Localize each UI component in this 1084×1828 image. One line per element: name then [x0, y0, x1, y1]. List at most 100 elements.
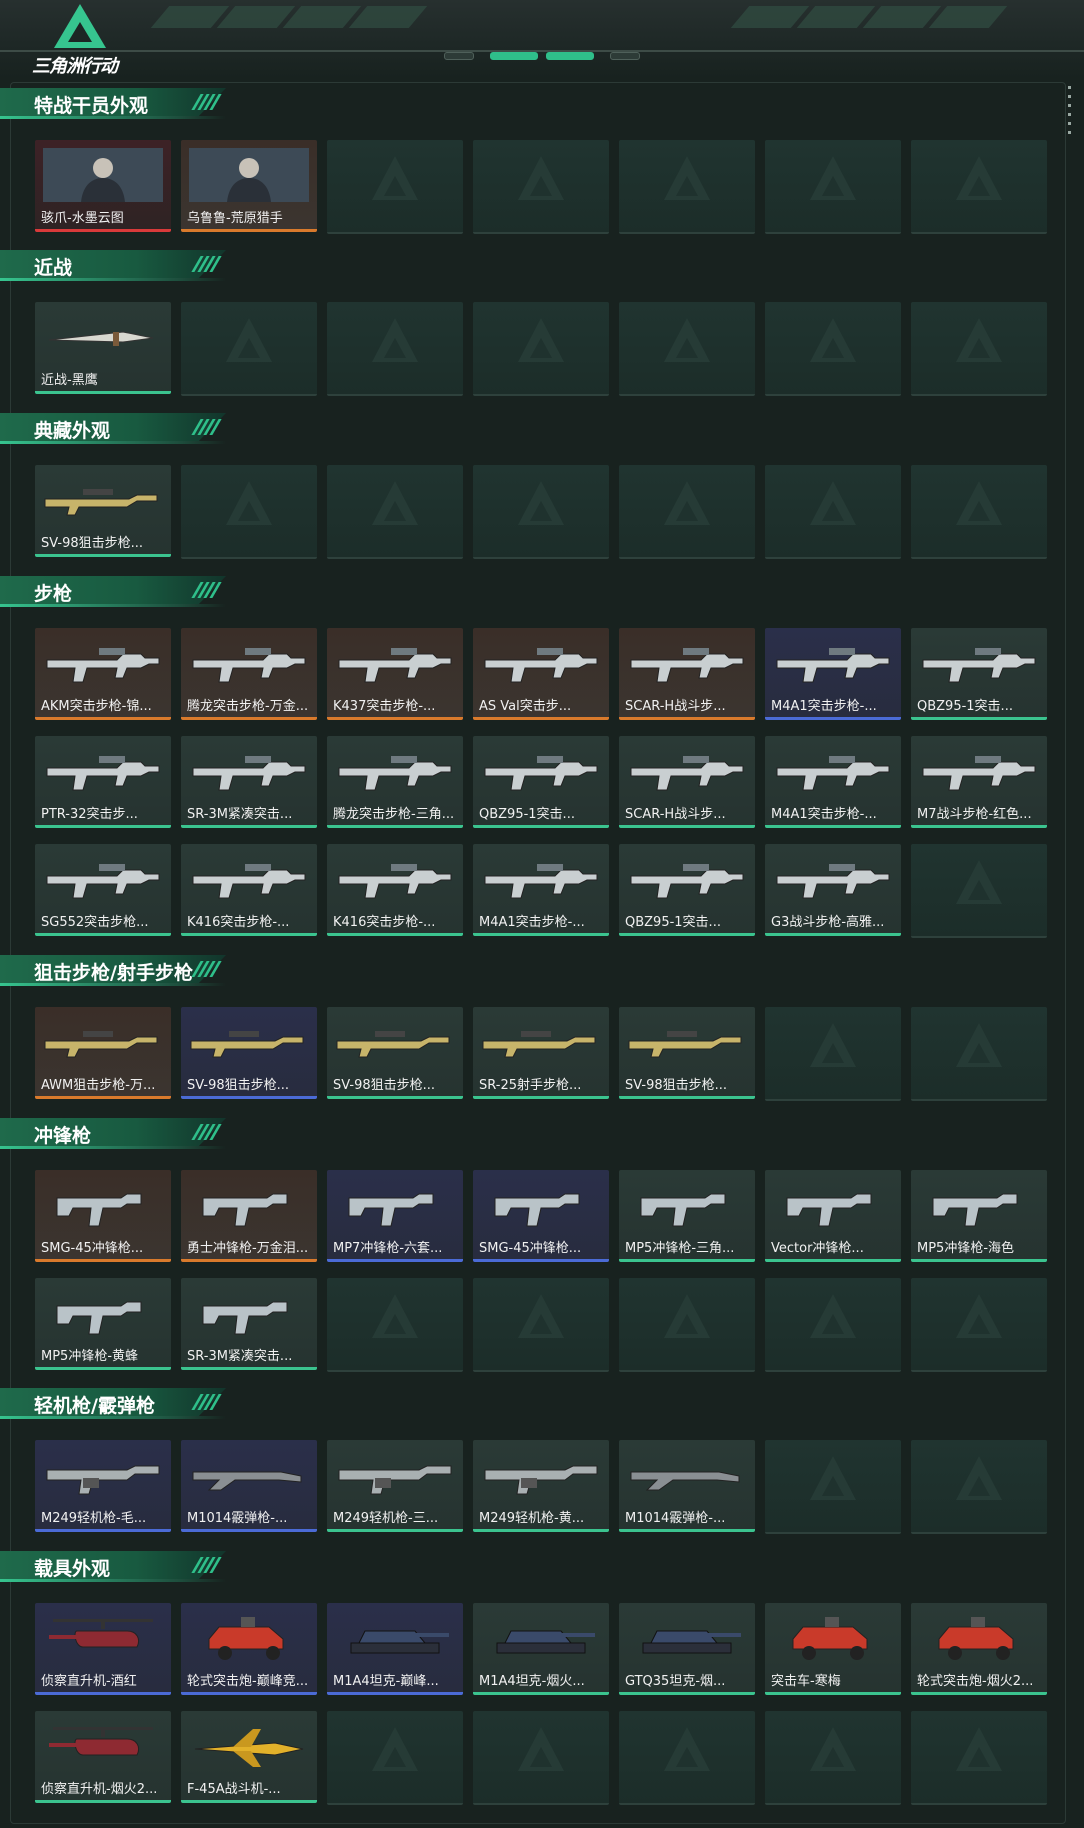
item-card[interactable]: K416突击步枪-... [181, 844, 317, 936]
rarity-bar [473, 933, 609, 936]
item-label: 侦察直升机-烟火2... [41, 1782, 158, 1797]
item-card[interactable]: PTR-32突击步... [35, 736, 171, 828]
rarity-bar [35, 554, 171, 557]
item-card[interactable]: SR-3M紧凑突击... [181, 1278, 317, 1370]
item-card[interactable]: M7战斗步枪-红色... [911, 736, 1047, 828]
empty-slot [473, 302, 609, 396]
item-card[interactable]: G3战斗步枪-高雅... [765, 844, 901, 936]
rarity-bar [35, 1367, 171, 1370]
rarity-bar [619, 825, 755, 828]
item-card[interactable]: SV-98狙击步枪... [181, 1007, 317, 1099]
item-card[interactable]: MP7冲锋枪-六套... [327, 1170, 463, 1262]
smg-icon [41, 1176, 165, 1234]
item-card[interactable]: AKM突击步枪-锦... [35, 628, 171, 720]
item-card[interactable]: M4A1突击步枪-... [765, 628, 901, 720]
rifle-icon [333, 742, 457, 800]
more-icon[interactable] [1068, 86, 1072, 140]
section: 冲锋枪 SMG-45冲锋枪... 勇士冲锋枪-万金泪... MP7冲锋枪-六套... S… [0, 1116, 1047, 1372]
rarity-bar [35, 1259, 171, 1262]
item-card[interactable]: QBZ95-1突击... [911, 628, 1047, 720]
item-card[interactable]: SV-98狙击步枪... [327, 1007, 463, 1099]
sniper-rifle-icon [333, 1013, 457, 1071]
item-card[interactable]: 侦察直升机-酒红 [35, 1603, 171, 1695]
item-card[interactable]: 骇爪-水墨云图 [35, 140, 171, 232]
rarity-bar [181, 825, 317, 828]
section-header: 近战 [0, 248, 236, 284]
section-header: 特战干员外观 [0, 86, 236, 122]
item-card[interactable]: 腾龙突击步枪-万金... [181, 628, 317, 720]
item-card[interactable]: SR-3M紧凑突击... [181, 736, 317, 828]
item-card[interactable]: QBZ95-1突击... [619, 844, 755, 936]
jet-icon [187, 1717, 311, 1775]
shotgun-icon [187, 1446, 311, 1504]
item-card[interactable]: M1A4坦克-烟火... [473, 1603, 609, 1695]
item-card[interactable]: M1014霰弹枪-... [619, 1440, 755, 1532]
item-card[interactable]: Vector冲锋枪... [765, 1170, 901, 1262]
empty-slot [327, 140, 463, 234]
item-card[interactable]: SCAR-H战斗步... [619, 628, 755, 720]
rifle-icon [41, 634, 165, 692]
item-label: SR-3M紧凑突击... [187, 807, 293, 822]
empty-slot [619, 465, 755, 559]
section-header: 步枪 [0, 574, 236, 610]
item-card[interactable]: F-45A战斗机-... [181, 1711, 317, 1803]
item-card[interactable]: K416突击步枪-... [327, 844, 463, 936]
item-card[interactable]: M1A4坦克-巅峰... [327, 1603, 463, 1695]
item-card[interactable]: SCAR-H战斗步... [619, 736, 755, 828]
item-card[interactable]: M1014霰弹枪-... [181, 1440, 317, 1532]
item-label: AKM突击步枪-锦... [41, 699, 152, 714]
item-card[interactable]: MP5冲锋枪-黄蜂 [35, 1278, 171, 1370]
rarity-bar [181, 1800, 317, 1803]
smg-icon [187, 1176, 311, 1234]
item-card[interactable]: M4A1突击步枪-... [765, 736, 901, 828]
item-card[interactable]: AS Val突击步... [473, 628, 609, 720]
item-card[interactable]: 近战-黑鹰 [35, 302, 171, 394]
item-card[interactable]: 轮式突击炮-巅峰竞... [181, 1603, 317, 1695]
item-card[interactable]: 突击车-寒梅 [765, 1603, 901, 1695]
empty-slot [765, 302, 901, 396]
item-card[interactable]: SV-98狙击步枪... [619, 1007, 755, 1099]
empty-slot [911, 844, 1047, 938]
item-label: M7战斗步枪-红色... [917, 807, 1032, 822]
section-title: 轻机枪/霰弹枪 [34, 1395, 155, 1417]
item-card[interactable]: GTQ35坦克-烟... [619, 1603, 755, 1695]
item-card[interactable]: AWM狙击步枪-万... [35, 1007, 171, 1099]
item-card[interactable]: 勇士冲锋枪-万金泪... [181, 1170, 317, 1262]
item-card[interactable]: M4A1突击步枪-... [473, 844, 609, 936]
rarity-bar [327, 1096, 463, 1099]
item-card[interactable]: M249轻机枪-三... [327, 1440, 463, 1532]
item-label: SG552突击步枪... [41, 915, 149, 930]
item-card[interactable]: 腾龙突击步枪-三角... [327, 736, 463, 828]
section-title: 冲锋枪 [34, 1125, 92, 1147]
section-title: 典藏外观 [34, 420, 111, 442]
item-card[interactable]: M249轻机枪-毛... [35, 1440, 171, 1532]
rarity-bar [35, 1529, 171, 1532]
item-card[interactable]: K437突击步枪-... [327, 628, 463, 720]
item-card[interactable]: SG552突击步枪... [35, 844, 171, 936]
item-card[interactable]: 轮式突击炮-烟火2... [911, 1603, 1047, 1695]
item-card[interactable]: QBZ95-1突击... [473, 736, 609, 828]
item-card[interactable]: SMG-45冲锋枪... [35, 1170, 171, 1262]
rarity-bar [765, 717, 901, 720]
item-card[interactable]: 侦察直升机-烟火2... [35, 1711, 171, 1803]
item-card[interactable]: SR-25射手步枪... [473, 1007, 609, 1099]
rarity-bar [911, 1692, 1047, 1695]
item-card[interactable]: MP5冲锋枪-海色 [911, 1170, 1047, 1262]
sniper-rifle-icon [625, 1013, 749, 1071]
item-card[interactable]: M249轻机枪-黄... [473, 1440, 609, 1532]
empty-slot [911, 465, 1047, 559]
item-card[interactable]: SV-98狙击步枪... [35, 465, 171, 557]
operator-portrait-icon [41, 146, 165, 204]
rarity-bar [765, 825, 901, 828]
item-label: AWM狙击步枪-万... [41, 1078, 156, 1093]
item-card[interactable]: MP5冲锋枪-三角... [619, 1170, 755, 1262]
rarity-bar [911, 825, 1047, 828]
rarity-bar [327, 717, 463, 720]
item-card[interactable]: 乌鲁鲁-荒原猎手 [181, 140, 317, 232]
rifle-icon [917, 634, 1041, 692]
empty-slot [765, 465, 901, 559]
item-card[interactable]: SMG-45冲锋枪... [473, 1170, 609, 1262]
item-label: SV-98狙击步枪... [625, 1078, 728, 1093]
item-label: M249轻机枪-毛... [41, 1511, 147, 1526]
rifle-icon [187, 634, 311, 692]
